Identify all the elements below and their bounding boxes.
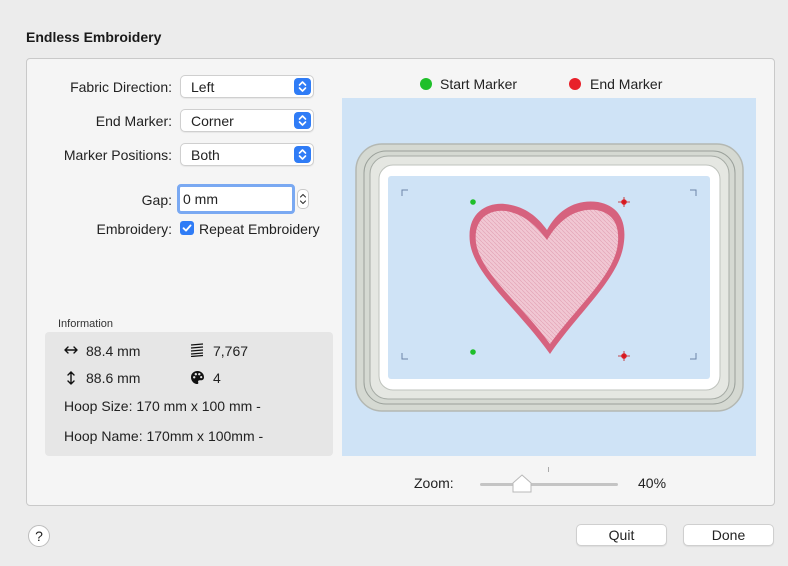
height-arrows-icon — [67, 371, 75, 385]
design-preview[interactable] — [342, 98, 756, 456]
hoop-preview-graphic — [342, 98, 756, 456]
fabric-direction-value: Left — [191, 79, 215, 95]
zoom-label: Zoom: — [414, 475, 454, 491]
checkmark-icon — [182, 224, 192, 232]
zoom-slider-knob[interactable] — [511, 474, 533, 494]
embroidery-label: Embroidery: — [96, 221, 172, 237]
gap-label: Gap: — [141, 192, 172, 208]
end-marker-label: End Marker: — [95, 113, 172, 129]
gap-input[interactable]: 0 mm — [177, 184, 295, 214]
marker-positions-value: Both — [191, 147, 220, 163]
stitch-count: 7,767 — [213, 343, 249, 359]
end-marker-select[interactable]: Corner — [180, 109, 314, 132]
start-marker-legend: Start Marker — [440, 76, 518, 92]
design-width: 88.4 mm — [86, 343, 141, 359]
dialog-title: Endless Embroidery — [26, 29, 162, 45]
marker-positions-select[interactable]: Both — [180, 143, 314, 166]
gap-value: 0 mm — [183, 191, 218, 207]
end-marker-dot-icon — [569, 78, 581, 90]
color-count: 4 — [213, 370, 221, 386]
width-arrows-icon — [64, 346, 78, 354]
design-height: 88.6 mm — [86, 370, 141, 386]
chevron-updown-icon — [294, 78, 311, 95]
repeat-embroidery-label[interactable]: Repeat Embroidery — [199, 221, 320, 237]
start-marker-top — [470, 199, 476, 205]
zoom-tick-mark — [548, 467, 549, 472]
end-marker-value: Corner — [191, 113, 234, 129]
quit-button[interactable]: Quit — [576, 524, 667, 546]
gap-stepper[interactable] — [297, 189, 309, 209]
repeat-embroidery-checkbox[interactable] — [180, 221, 194, 235]
zoom-value: 40% — [638, 475, 667, 491]
start-marker-bottom — [470, 349, 476, 355]
information-heading: Information — [58, 318, 114, 330]
start-marker-dot-icon — [420, 78, 432, 90]
fabric-direction-label: Fabric Direction: — [70, 79, 172, 95]
zoom-slider-track[interactable] — [480, 483, 618, 486]
hoop-size: Hoop Size: 170 mm x 100 mm - — [64, 398, 261, 414]
end-marker-legend: End Marker — [590, 76, 663, 92]
fabric-direction-select[interactable]: Left — [180, 75, 314, 98]
palette-icon — [191, 371, 204, 384]
done-button[interactable]: Done — [683, 524, 774, 546]
chevron-updown-icon — [294, 146, 311, 163]
information-box: 88.4 mm 7,767 88.6 mm 4 Hoop Size: 170 m… — [45, 332, 333, 456]
stepper-arrows-icon — [299, 193, 307, 205]
marker-positions-label: Marker Positions: — [63, 147, 172, 163]
hoop-name: Hoop Name: 170mm x 100mm - — [64, 428, 264, 444]
stitch-count-icon — [190, 343, 204, 357]
chevron-updown-icon — [294, 112, 311, 129]
help-button[interactable]: ? — [28, 525, 50, 547]
